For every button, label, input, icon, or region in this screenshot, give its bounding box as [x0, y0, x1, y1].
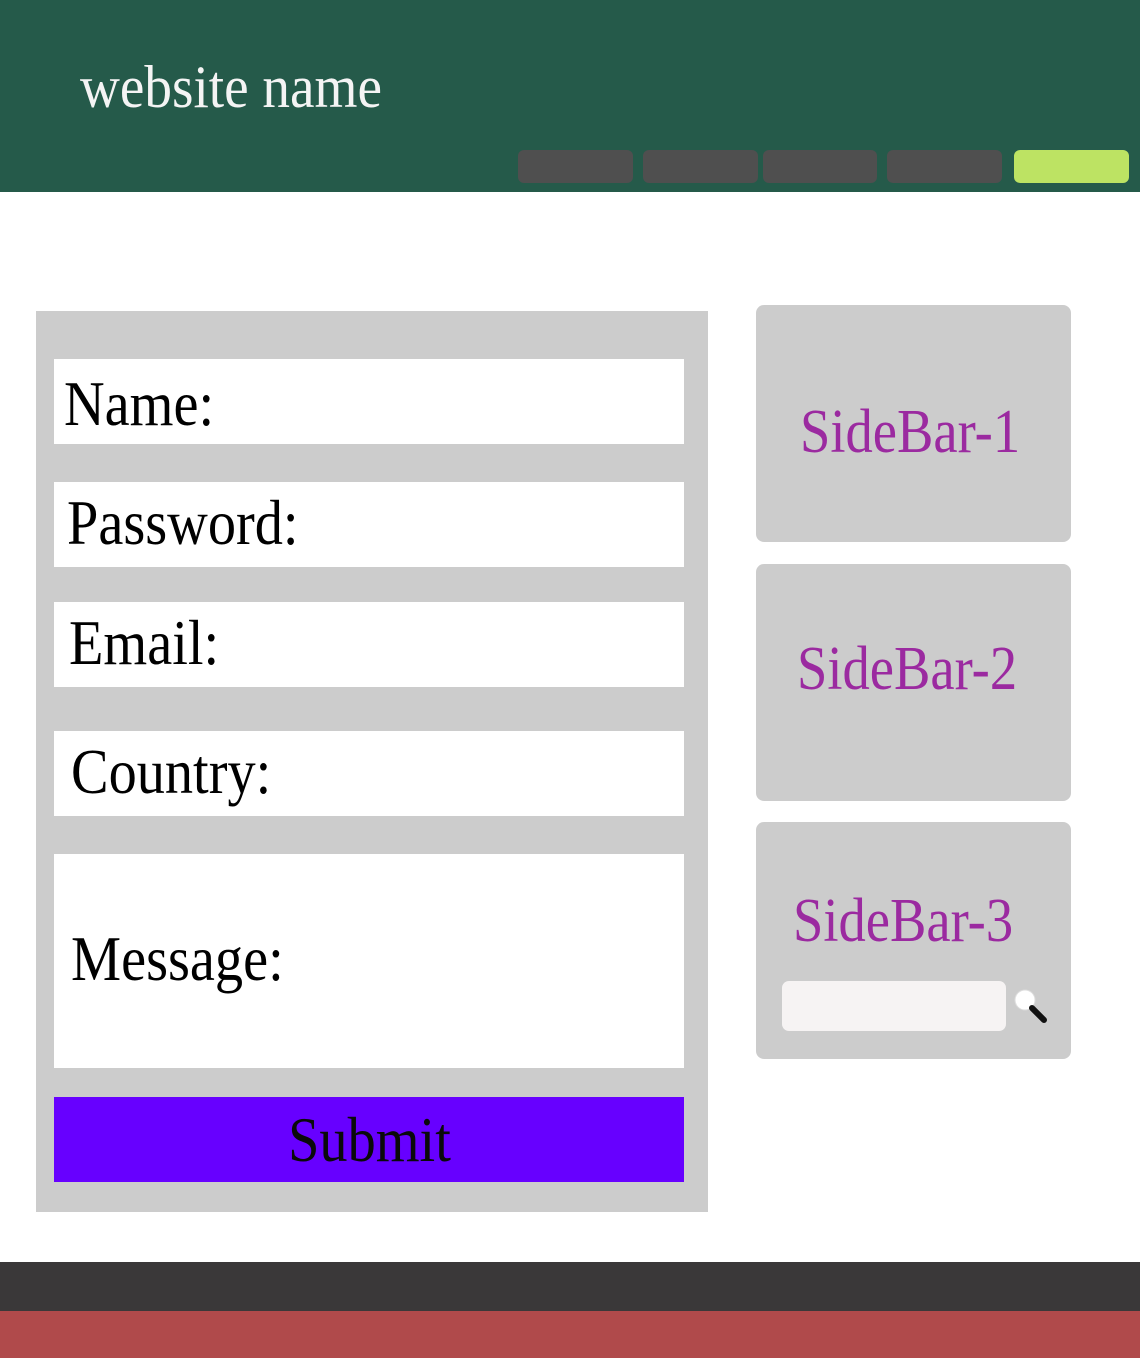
sidebar-2-title: SideBar-2 — [797, 635, 1018, 703]
name-label: Name: — [64, 368, 215, 439]
country-label: Country: — [71, 736, 272, 807]
nav-item-3[interactable] — [763, 150, 877, 183]
magnifier-icon — [1014, 989, 1047, 1023]
sidebar-3: SideBar-3 — [756, 822, 1071, 1059]
sidebar-1: SideBar-1 — [756, 305, 1071, 542]
name-field[interactable]: Name: — [54, 359, 684, 444]
nav-item-5-active[interactable] — [1014, 150, 1129, 183]
message-label: Message: — [71, 923, 284, 994]
footer-top-bar — [0, 1262, 1140, 1311]
contact-form: Name: Password: Email: Country: Message:… — [36, 311, 708, 1212]
site-title: website name — [80, 54, 382, 120]
submit-button-label: Submit — [287, 1104, 451, 1175]
nav-item-1[interactable] — [518, 150, 633, 183]
site-header: website name — [0, 0, 1140, 192]
search-button[interactable] — [1012, 986, 1056, 1030]
search-input[interactable] — [782, 981, 1006, 1031]
submit-button[interactable]: Submit — [54, 1097, 684, 1182]
sidebar-1-title: SideBar-1 — [800, 398, 1021, 466]
email-field[interactable]: Email: — [54, 602, 684, 687]
nav-item-2[interactable] — [643, 150, 758, 183]
country-field[interactable]: Country: — [54, 731, 684, 816]
message-field[interactable]: Message: — [54, 854, 684, 1068]
footer-bottom-bar — [0, 1311, 1140, 1358]
sidebar-2: SideBar-2 — [756, 564, 1071, 801]
email-label: Email: — [69, 607, 220, 678]
password-label: Password: — [67, 487, 299, 558]
sidebar-3-title: SideBar-3 — [793, 887, 1014, 955]
nav-item-4[interactable] — [887, 150, 1002, 183]
password-field[interactable]: Password: — [54, 482, 684, 567]
